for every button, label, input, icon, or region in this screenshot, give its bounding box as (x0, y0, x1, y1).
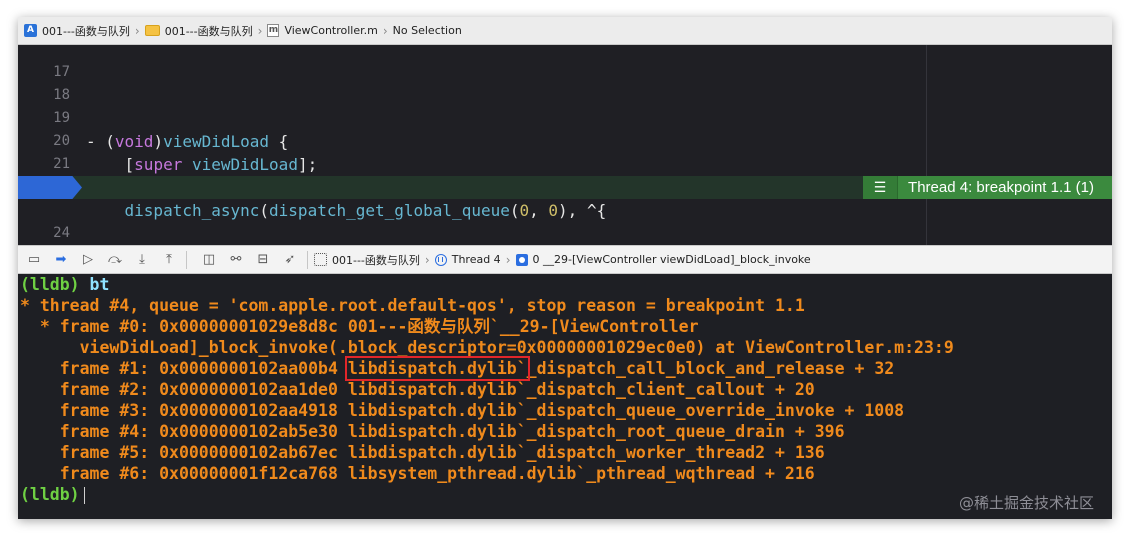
chevron-right-icon: › (134, 23, 140, 38)
frame-1-prefix: frame #1: 0x0000000102aa00b4 (20, 359, 348, 378)
code-line[interactable]: 25 (18, 222, 1112, 245)
step-over-icon[interactable]: ⤼ (104, 251, 126, 269)
jump-bar-file[interactable]: m ViewController.m (267, 24, 378, 37)
breakpoints-toggle-icon[interactable]: ➡ (50, 251, 72, 269)
debug-crumb-label: 0 __29-[ViewController viewDidLoad]_bloc… (532, 253, 811, 266)
jump-bar-label: 001---函数与队列 (42, 24, 130, 38)
process-icon (314, 253, 327, 266)
stack-frame-icon (515, 253, 528, 266)
console-line: * thread #4, queue = 'com.apple.root.def… (20, 296, 805, 315)
jump-bar-project[interactable]: A 001---函数与队列 (24, 23, 130, 39)
environment-overrides-icon[interactable]: ⊟ (252, 251, 274, 269)
code-line[interactable]: 19 - (void)viewDidLoad { (18, 84, 1112, 151)
breakpoint-line[interactable]: 23 NSLog(@"gcd函数分析"); ☰ Thread 4: breakp… (18, 176, 1112, 199)
step-into-icon[interactable]: ⤓ (131, 251, 153, 269)
jump-bar-label: 001---函数与队列 (164, 24, 253, 38)
xcode-window: A 001---函数与队列 › 001---函数与队列 › m ViewCont… (18, 17, 1112, 519)
console-line: frame #2: 0x0000000102aa1de0 libdispatch… (20, 380, 815, 399)
breakpoint-banner-text: Thread 4: breakpoint 1.1 (1) (908, 179, 1094, 196)
console-line: frame #3: 0x0000000102aa4918 libdispatch… (20, 401, 905, 420)
jump-bar-group[interactable]: 001---函数与队列 (144, 23, 253, 39)
divider (307, 250, 308, 269)
lldb-prompt: (lldb) (20, 485, 80, 504)
lldb-command: bt (89, 275, 110, 294)
watermark: @稀土掘金技术社区 (958, 494, 1094, 512)
lldb-prompt: (lldb) (20, 275, 80, 294)
code-line[interactable]: 24 }); (18, 199, 1112, 241)
code-line[interactable]: 20 [super viewDidLoad]; (18, 107, 1112, 174)
jump-bar-label: ViewController.m (284, 24, 378, 37)
console-line: (lldb) bt (20, 274, 109, 295)
hide-debug-area-icon[interactable]: ▭ (23, 251, 45, 269)
console-line: * frame #0: 0x00000001029e8d8c 001---函数与… (20, 317, 699, 336)
console-line: frame #4: 0x0000000102ab5e30 libdispatch… (20, 422, 845, 441)
debug-crumb-thread[interactable]: Thread 4 (434, 253, 501, 266)
console-line: frame #6: 0x00000001f12ca768 libsystem_p… (20, 464, 815, 483)
lldb-console[interactable]: (lldb) bt * thread #4, queue = 'com.appl… (18, 274, 1112, 519)
divider (186, 250, 187, 269)
code-line[interactable]: 18 (18, 61, 1112, 103)
debug-bar: ▭ ➡ ▷ ⤼ ⤓ ⤒ ◫ ⚯ ⊟ ➶ 001---函数与队列 › Thread… (18, 245, 1112, 274)
jump-bar: A 001---函数与队列 › 001---函数与队列 › m ViewCont… (18, 17, 1112, 45)
code-line[interactable]: 22 dispatch_async(dispatch_get_global_qu… (18, 153, 1112, 220)
chevron-right-icon: › (505, 252, 511, 267)
view-debugger-icon[interactable]: ◫ (198, 251, 220, 269)
console-line: viewDidLoad]_block_invoke(.block_descrip… (20, 338, 954, 357)
code-line[interactable]: 17 (18, 45, 1112, 80)
folder-icon (144, 25, 160, 36)
thread-icon (434, 253, 447, 266)
console-line-frame-1: frame #1: 0x0000000102aa00b4 libdispatch… (20, 356, 895, 381)
memory-graph-icon[interactable]: ⚯ (225, 251, 247, 269)
breakpoint-marker[interactable] (18, 176, 82, 199)
jump-bar-symbol[interactable]: No Selection (393, 24, 462, 37)
continue-icon[interactable]: ▷ (77, 251, 99, 269)
highlighted-library: libdispatch.dylib` (344, 356, 530, 381)
breakpoint-banner[interactable]: ☰ Thread 4: breakpoint 1.1 (1) (863, 176, 1112, 199)
debug-crumb-process[interactable]: 001---函数与队列 (314, 252, 420, 268)
debug-crumb-frame[interactable]: 0 __29-[ViewController viewDidLoad]_bloc… (515, 253, 811, 266)
xcodeproj-icon: A (24, 24, 37, 37)
frame-1-suffix: _dispatch_call_block_and_release + 32 (526, 359, 895, 378)
list-icon: ☰ (863, 176, 899, 199)
chevron-right-icon: › (257, 23, 263, 38)
debug-crumb-label: Thread 4 (451, 253, 501, 266)
step-out-icon[interactable]: ⤒ (158, 251, 180, 269)
objc-file-icon: m (267, 24, 280, 37)
console-input-line[interactable]: (lldb) (20, 484, 86, 505)
debug-crumb-label: 001---函数与队列 (332, 253, 420, 267)
chevron-right-icon: › (424, 252, 430, 267)
console-line: frame #5: 0x0000000102ab67ec libdispatch… (20, 443, 825, 462)
text-cursor (83, 487, 86, 504)
chevron-right-icon: › (382, 23, 388, 38)
code-line[interactable]: 21 (18, 130, 1112, 172)
jump-bar-label: No Selection (392, 24, 462, 37)
simulate-location-icon[interactable]: ➶ (279, 251, 301, 269)
source-editor[interactable]: 17 18 19 - (void)viewDidLoad { 20 [super… (18, 45, 1112, 245)
